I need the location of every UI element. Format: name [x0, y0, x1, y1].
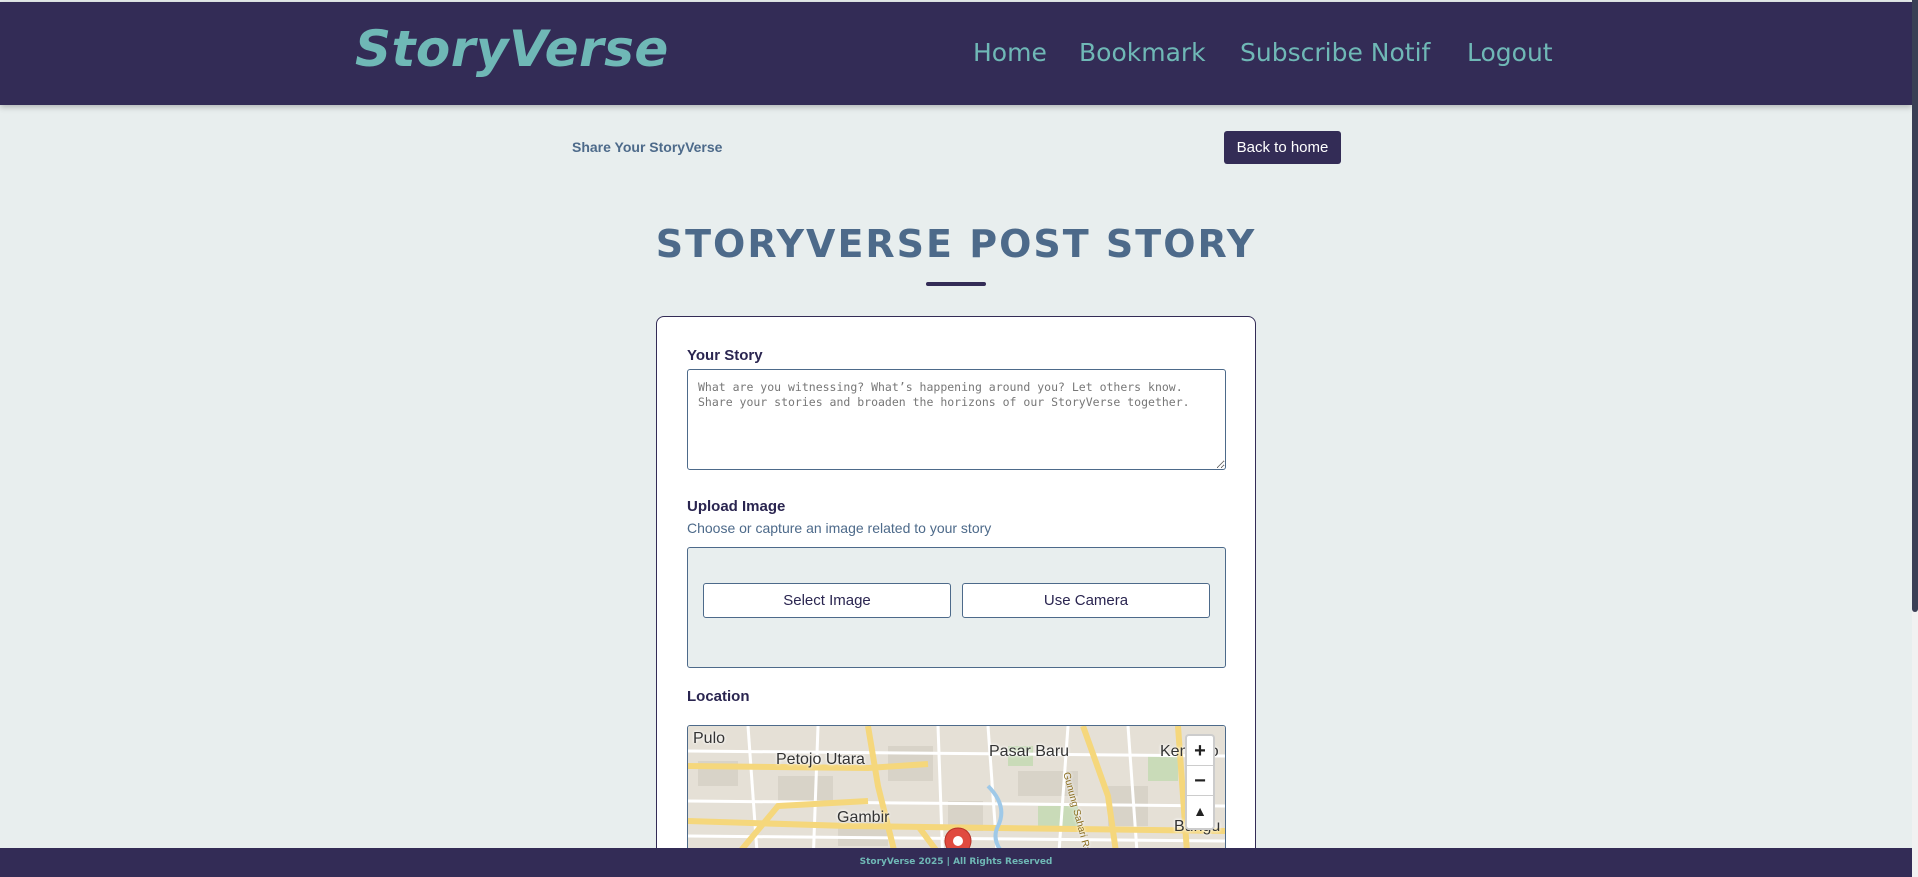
location-label: Location: [687, 688, 750, 705]
map-label-petojo-utara: Petojo Utara: [776, 751, 865, 768]
zoom-out-button[interactable]: −: [1187, 766, 1213, 796]
story-label: Your Story: [687, 347, 763, 364]
location-map[interactable]: Pulo Petojo Utara Pasar Baru Kemayo Gamb…: [687, 725, 1226, 865]
nav-bookmark-link[interactable]: Bookmark: [1079, 38, 1206, 67]
page-title: STORYVERSE POST STORY: [655, 222, 1257, 266]
upload-image-hint: Choose or capture an image related to yo…: [687, 520, 992, 536]
back-to-home-button[interactable]: Back to home: [1224, 131, 1341, 164]
upload-area: Select Image Use Camera: [687, 547, 1226, 668]
map-label-pulo: Pulo: [693, 730, 726, 747]
upload-image-label: Upload Image: [687, 498, 786, 515]
top-header: StoryVerse Home Bookmark Subscribe Notif…: [0, 2, 1912, 105]
app-logo[interactable]: StoryVerse: [355, 20, 669, 78]
page-footer: StoryVerse 2025 | All Rights Reserved: [0, 848, 1912, 877]
nav-subscribe-notif-link[interactable]: Subscribe Notif: [1240, 38, 1430, 67]
section-subtitle: Share Your StoryVerse: [572, 139, 723, 155]
map-zoom-control: + − ▲: [1185, 734, 1215, 830]
map-label-pasar-baru: Pasar Baru: [989, 743, 1070, 760]
use-camera-button[interactable]: Use Camera: [962, 583, 1210, 618]
nav-home-link[interactable]: Home: [973, 38, 1047, 67]
story-textarea[interactable]: [687, 369, 1226, 470]
zoom-in-button[interactable]: +: [1187, 736, 1213, 766]
select-image-button[interactable]: Select Image: [703, 583, 951, 618]
title-underline: [926, 282, 986, 286]
map-label-gambir: Gambir: [837, 809, 890, 826]
page-scrollbar[interactable]: [1912, 0, 1918, 877]
nav-logout-link[interactable]: Logout: [1467, 38, 1553, 67]
post-story-form: Your Story Upload Image Choose or captur…: [656, 316, 1256, 877]
scrollbar-thumb[interactable]: [1912, 0, 1918, 612]
reset-north-button[interactable]: ▲: [1187, 796, 1213, 826]
